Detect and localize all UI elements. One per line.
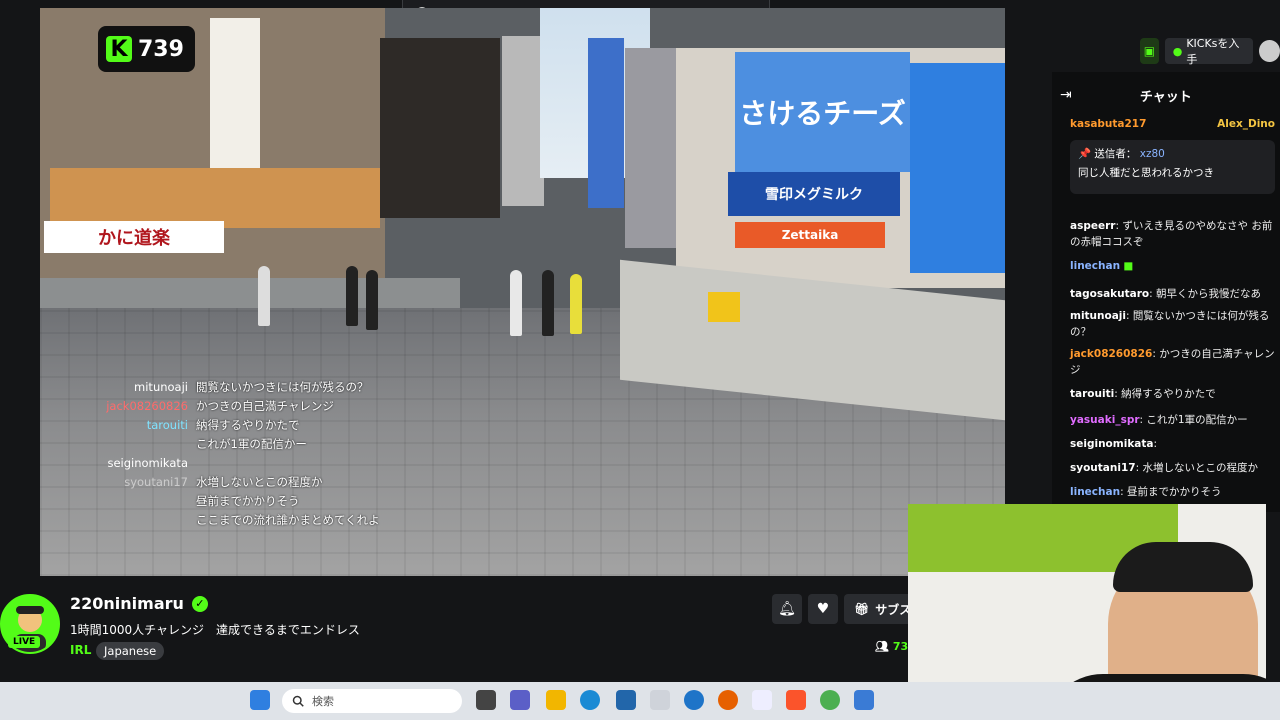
taskbar-search[interactable]: 検索 (282, 689, 462, 713)
firefox-icon[interactable] (718, 690, 738, 710)
document-icon[interactable] (752, 690, 772, 710)
person (510, 270, 522, 336)
person (542, 270, 554, 336)
get-kicks-button[interactable]: ● KICKsを入手 (1164, 37, 1254, 66)
follow-button[interactable]: ♥ (808, 594, 838, 624)
overlay-chat-line: seiginomikata (107, 456, 188, 470)
emote-icon: ■ (1123, 260, 1134, 272)
language-tag[interactable]: Japanese (96, 642, 165, 660)
chat-top-users: kasabuta217 Alex_Dino (1070, 116, 1275, 132)
edge-icon[interactable] (580, 690, 600, 710)
video-player[interactable]: かに道楽 さけるチーズ 雪印メグミルク Zettaika K 739 mitun… (40, 8, 1005, 576)
kick-icon: ▣ (1143, 44, 1156, 58)
chat-title: チャット (1139, 89, 1192, 105)
channel-name-row: 220ninimaru ✓ (70, 594, 208, 613)
overlay-chat-line: これが1軍の配信かー (196, 437, 307, 451)
zetta-sign: Zettaika (735, 222, 885, 248)
get-kicks-label: KICKsを入手 (1186, 37, 1240, 66)
pinned-label: 送信者： (1094, 148, 1137, 160)
overlay-chat-line: jack08260826 かつきの自己満チャレンジ (106, 399, 334, 413)
search-icon (292, 695, 304, 707)
app-icon[interactable] (650, 690, 670, 710)
chat-message: aspeerr: ずいえき見るのやめなさや お前の赤帽ココスぞ (1070, 220, 1273, 248)
chat-message: tagosakutaro: 朝早くから我慢だなあ (1070, 288, 1262, 300)
windows-start-icon[interactable] (250, 690, 270, 710)
pinned-sender[interactable]: xz80 (1140, 148, 1165, 160)
file-explorer-icon[interactable] (546, 690, 566, 710)
live-badge: LIVE (8, 636, 41, 648)
kicks-coin-icon: ● (1172, 44, 1183, 58)
overlay-chat: mitunoaji 閲覧ないかつきには何が残るの？ jack08260826 かつき… (102, 378, 382, 530)
windows-taskbar (0, 682, 1280, 720)
building-lights (50, 168, 380, 228)
overlay-chat-line: 昼前までかかりそう (196, 494, 300, 508)
snow-brand-sign: 雪印メグミルク (728, 172, 900, 216)
gift-icon: 🎁︎ (854, 602, 870, 616)
vertical-sign (210, 18, 260, 168)
monitor: 検索 かに道楽 さけるチーズ 雪印メグミルク Zettaika K 739 (0, 0, 1280, 720)
pinned-message: 📌 送信者： xz80 同じ人種だと思われるかつき (1070, 140, 1275, 194)
viewer-count-badge: K 739 (98, 26, 195, 72)
blue-banner (588, 38, 624, 208)
yellow-panel (708, 292, 740, 322)
overlay-chat-line: mitunoaji 閲覧ないかつきには何が残るの？ (134, 380, 369, 394)
stream-title: 1時間1000人チャレンジ 達成できるまでエンドレス (70, 623, 360, 637)
dark-building (380, 38, 500, 218)
taskbar-search-placeholder: 検索 (312, 695, 334, 708)
glico-sign (910, 63, 1005, 273)
viewer-count: 739 (138, 36, 184, 62)
person (346, 266, 358, 326)
top-user[interactable]: kasabuta217 (1070, 116, 1146, 132)
pinned-text: 同じ人種だと思われるかつき (1078, 167, 1214, 179)
channel-name[interactable]: 220ninimaru (70, 594, 184, 613)
streamer-cap (1113, 542, 1253, 592)
sakeru-billboard: さけるチーズ (735, 52, 910, 172)
chat-message: seiginomikata: (1070, 438, 1158, 450)
people-icon: 👥︎ (875, 640, 889, 653)
chat-message: jack08260826: かつきの自己満チャレンジ (1070, 348, 1275, 376)
store-icon[interactable] (616, 690, 636, 710)
notification-button[interactable]: 🔔︎ (772, 594, 802, 624)
tall-building (502, 36, 544, 206)
kick-logo-icon: K (106, 36, 132, 62)
heart-icon: ♥ (816, 601, 830, 617)
chat-header: ⇥ チャット (1060, 80, 1260, 110)
person (570, 274, 582, 334)
user-avatar[interactable] (1259, 40, 1280, 62)
kick-icon-button[interactable]: ▣ (1140, 38, 1159, 64)
header-actions: ▣ ● KICKsを入手 (1140, 37, 1280, 66)
chat-message: mitunoaji: 閲覧ないかつきには何が残る の？ (1070, 310, 1270, 338)
chat-message: linechan: 昼前までかかりそう (1070, 486, 1222, 498)
person (366, 270, 378, 330)
top-user[interactable]: Alex_Dino (1217, 116, 1275, 132)
teams-icon[interactable] (510, 690, 530, 710)
chat-message: tarouiti: 納得するやりかたで (1070, 388, 1216, 400)
overlay-chat-line: tarouiti 納得するやりかたで (146, 418, 300, 432)
bell-icon: 🔔︎ (778, 601, 796, 617)
chat-message: linechan ■ (1070, 260, 1134, 272)
collapse-chat-icon[interactable]: ⇥ (1060, 87, 1072, 103)
app-icon[interactable] (854, 690, 874, 710)
chat-message: syoutani17: 水増しないとこの程度か (1070, 462, 1258, 474)
webcam-overlay (908, 504, 1266, 707)
verified-icon: ✓ (191, 595, 208, 612)
category-link[interactable]: IRL (70, 643, 91, 657)
brave-icon[interactable] (786, 690, 806, 710)
task-view-icon[interactable] (476, 690, 496, 710)
chrome-icon[interactable] (820, 690, 840, 710)
overlay-chat-line: syoutani17 水増しないとこの程度か (124, 475, 323, 489)
center-building (625, 48, 680, 248)
crab-sign: かに道楽 (44, 221, 224, 253)
pin-icon: 📌 (1078, 148, 1092, 160)
dell-icon[interactable] (684, 690, 704, 710)
chat-message: yasuaki_spr: これが1軍の配信かー (1070, 414, 1248, 426)
person (258, 266, 270, 326)
overlay-chat-line: ここまでの流れ誰かまとめてくれよ (196, 513, 380, 527)
